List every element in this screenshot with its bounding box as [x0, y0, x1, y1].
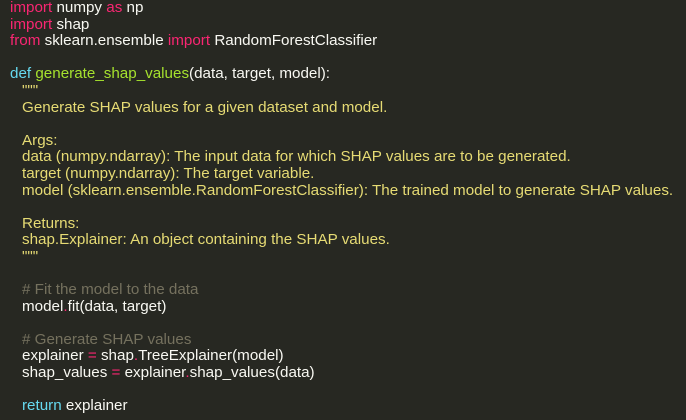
docstring-text: model (sklearn.ensemble.RandomForestClas… [22, 181, 674, 199]
code-line-8-blank [10, 116, 682, 133]
code-line-24-blank [10, 382, 682, 399]
code-line-4-blank [10, 50, 682, 67]
keyword-import: import [167, 32, 211, 50]
code-line-17-blank [10, 266, 682, 283]
code-line-21: # Generate SHAP values [10, 330, 682, 349]
module-name: numpy [56, 0, 103, 16]
object-name: explainer [124, 364, 186, 382]
module-alias: np [126, 0, 144, 16]
code-editor[interactable]: import numpy as np import shap from skle… [10, 0, 682, 420]
docstring-text: shap.Explainer: An object containing the… [22, 231, 390, 249]
assign-operator: = [107, 364, 125, 382]
code-comment: # Fit the model to the data [22, 281, 199, 299]
code-line-3: from sklearn.ensemble import RandomFores… [10, 32, 682, 50]
code-line-13-blank [10, 199, 682, 216]
method-name: fit [67, 297, 80, 315]
docstring-text: data (numpy.ndarray): The input data for… [22, 148, 571, 166]
code-line-18: # Fit the model to the data [10, 281, 682, 299]
variable-name: explainer [22, 347, 84, 365]
code-line-25: return explainer [10, 397, 682, 415]
method-name: shap_values [189, 364, 275, 382]
code-line-6: """ [10, 81, 682, 100]
call-args: (model) [232, 347, 284, 365]
code-line-23: shap_values = explainer.shap_values(data… [10, 364, 682, 382]
method-name: TreeExplainer [138, 347, 233, 365]
docstring-text: target (numpy.ndarray): The target varia… [22, 164, 315, 182]
docstring-text: Returns: [22, 214, 80, 232]
code-line-9: Args: [10, 131, 682, 150]
imported-name: RandomForestClassifier [214, 32, 378, 50]
docstring-close: """ [22, 247, 39, 265]
return-value: explainer [61, 397, 128, 415]
code-line-16: """ [10, 247, 682, 266]
object-name: shap [100, 347, 134, 365]
function-name: generate_shap_values [35, 65, 190, 83]
function-params: (data, target, model): [189, 65, 331, 83]
call-args: (data) [274, 364, 315, 382]
keyword-as: as [106, 0, 123, 16]
code-line-15: shap.Explainer: An object containing the… [10, 232, 682, 249]
keyword-import: import [10, 0, 53, 16]
docstring-text: Generate SHAP values for a given dataset… [22, 98, 388, 116]
keyword-import: import [10, 15, 53, 33]
code-line-22: explainer = shap.TreeExplainer(model) [10, 348, 682, 365]
module-name: sklearn.ensemble [44, 32, 164, 50]
module-name: shap [56, 15, 90, 33]
code-line-14: Returns: [10, 214, 682, 233]
object-name: model [22, 297, 64, 315]
keyword-def: def [10, 65, 32, 83]
code-line-12: model (sklearn.ensemble.RandomForestClas… [10, 181, 682, 200]
assign-operator: = [83, 347, 101, 365]
code-line-11: target (numpy.ndarray): The target varia… [10, 164, 682, 183]
code-line-10: data (numpy.ndarray): The input data for… [10, 149, 682, 166]
call-args: (data, target) [79, 297, 167, 315]
code-comment: # Generate SHAP values [22, 330, 192, 348]
variable-name: shap_values [22, 364, 108, 382]
code-line-2: import shap [10, 15, 682, 34]
keyword-return: return [22, 397, 62, 415]
docstring-open: """ [22, 81, 39, 99]
code-line-1: import numpy as np [10, 0, 682, 17]
code-line-7: Generate SHAP values for a given dataset… [10, 98, 682, 117]
code-line-20-blank [10, 315, 682, 332]
docstring-text: Args: [22, 131, 58, 149]
code-line-5: def generate_shap_values(data, target, m… [10, 66, 682, 83]
code-line-19: model.fit(data, target) [10, 297, 682, 316]
keyword-from: from [10, 32, 41, 50]
